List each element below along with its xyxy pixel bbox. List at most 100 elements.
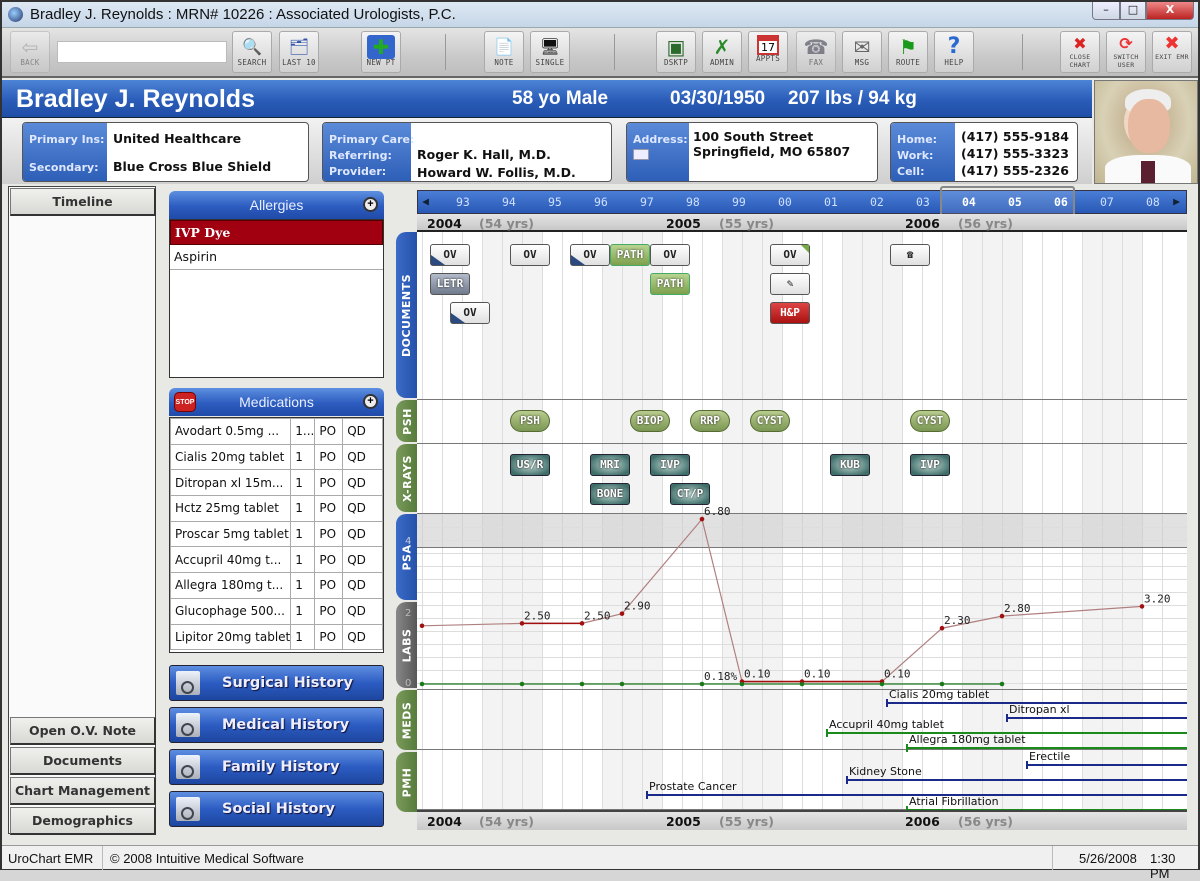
maximize-button[interactable]: □	[1120, 2, 1146, 20]
data-point[interactable]	[519, 681, 525, 687]
scale-tick[interactable]: 99	[732, 195, 746, 209]
document-marker[interactable]: OV	[650, 244, 690, 266]
admin-button[interactable]: ✗ ADMIN	[702, 31, 742, 73]
allergy-item[interactable]: Aspirin	[170, 245, 383, 270]
data-point[interactable]	[619, 681, 625, 687]
document-marker[interactable]: H&P	[770, 302, 810, 324]
document-marker[interactable]: PATH	[610, 244, 650, 266]
allergy-item[interactable]: IVP Dye	[170, 220, 383, 245]
scale-tick[interactable]: 96	[594, 195, 608, 209]
pmh-bar[interactable]	[846, 779, 1187, 781]
switch-user-button[interactable]: ⟳ SWITCH USER	[1106, 31, 1146, 73]
zoom-add-icon[interactable]: +	[363, 197, 378, 212]
document-marker[interactable]: OV	[450, 302, 490, 324]
document-marker[interactable]: OV	[430, 244, 470, 266]
scale-tick[interactable]: 08	[1146, 195, 1160, 209]
nav-chart-management[interactable]: Chart Management	[10, 777, 156, 805]
scale-tick[interactable]: 95	[548, 195, 562, 209]
mail-icon[interactable]	[633, 149, 649, 160]
medication-row[interactable]: Proscar 5mg tablet 1 PO QD	[169, 520, 383, 548]
psh-marker[interactable]: BIOP	[630, 410, 670, 432]
new-patient-button[interactable]: ✚ NEW PT	[361, 31, 401, 73]
note-edit-icon[interactable]: ✎	[770, 273, 810, 295]
scale-tick[interactable]: 01	[824, 195, 838, 209]
appointments-button[interactable]: 17 APPTS	[748, 31, 788, 73]
tab-xrays[interactable]: X-RAYS	[396, 444, 418, 512]
medication-row[interactable]: Glucophage 500... 1 PO QD	[169, 597, 383, 625]
document-marker[interactable]: LETR	[430, 273, 470, 295]
medication-row[interactable]: Lipitor 20mg tablet 1 PO QD	[169, 623, 383, 651]
medication-row[interactable]: Allegra 180mg t... 1 PO QD	[169, 572, 383, 599]
psh-marker[interactable]: PSH	[510, 410, 550, 432]
help-button[interactable]: ? HELP	[934, 31, 974, 73]
scale-tick[interactable]: 94	[502, 195, 516, 209]
message-button[interactable]: ✉ MSG	[842, 31, 882, 73]
xray-marker[interactable]: CT/P	[670, 483, 710, 505]
close-button[interactable]: X	[1146, 2, 1194, 20]
search-button[interactable]: 🔍 SEARCH	[232, 31, 272, 73]
scroll-right-icon[interactable]: ▶	[1173, 194, 1180, 208]
desktop-button[interactable]: ▣ DSKTP	[656, 31, 696, 73]
xray-marker[interactable]: BONE	[590, 483, 630, 505]
data-point[interactable]	[739, 681, 745, 687]
surgical-history-button[interactable]: Surgical History	[169, 665, 384, 701]
phone-icon[interactable]: ☎	[890, 244, 930, 266]
scale-tick[interactable]: 02	[870, 195, 884, 209]
psh-marker[interactable]: RRP	[690, 410, 730, 432]
scale-tick[interactable]: 05	[1008, 195, 1022, 209]
minimize-button[interactable]: –	[1092, 2, 1120, 20]
xray-marker[interactable]: IVP	[910, 454, 950, 476]
route-button[interactable]: ⚑ ROUTE	[888, 31, 928, 73]
data-point[interactable]	[999, 681, 1005, 687]
stop-icon[interactable]: STOP	[174, 392, 196, 412]
social-history-button[interactable]: Social History	[169, 791, 384, 827]
scale-tick[interactable]: 00	[778, 195, 792, 209]
medication-row[interactable]: Ditropan xl 15m... 1 PO QD	[169, 469, 383, 497]
xray-marker[interactable]: MRI	[590, 454, 630, 476]
nav-demographics[interactable]: Demographics	[10, 807, 156, 835]
close-chart-button[interactable]: ✖ CLOSE CHART	[1060, 31, 1100, 73]
medication-row[interactable]: Accupril 40mg t... 1 PO QD	[169, 546, 383, 574]
scroll-left-icon[interactable]: ◀	[422, 194, 429, 208]
exit-emr-button[interactable]: ✖ EXIT EMR	[1152, 31, 1192, 73]
scale-tick[interactable]: 93	[456, 195, 470, 209]
scale-tick[interactable]: 03	[916, 195, 930, 209]
data-point[interactable]	[879, 681, 885, 687]
tab-documents[interactable]: DOCUMENTS	[396, 232, 418, 398]
timeline-scale[interactable]: ◀ ▶ 93 94 95 96 97 98 99 00 01 02 03 04 05 06 07 08	[417, 186, 1187, 218]
tab-pmh[interactable]: PMH	[396, 752, 418, 812]
medication-bar[interactable]	[1006, 717, 1187, 719]
document-marker[interactable]: PATH	[650, 273, 690, 295]
data-point[interactable]	[939, 681, 945, 687]
back-button[interactable]: ⇦ BACK	[10, 31, 50, 73]
xray-marker[interactable]: IVP	[650, 454, 690, 476]
tab-meds[interactable]: MEDS	[396, 690, 418, 750]
last10-button[interactable]: 🗂 LAST 10	[279, 31, 319, 73]
xray-marker[interactable]: US/R	[510, 454, 550, 476]
nav-documents[interactable]: Documents	[10, 747, 156, 775]
tab-psa[interactable]: PSA	[396, 514, 418, 600]
psh-marker[interactable]: CYST	[750, 410, 790, 432]
note-button[interactable]: 📄 NOTE	[484, 31, 524, 73]
scale-tick[interactable]: 07	[1100, 195, 1114, 209]
search-input[interactable]	[57, 41, 227, 63]
medical-history-button[interactable]: Medical History	[169, 707, 384, 743]
medication-row[interactable]: Cialis 20mg tablet 1 PO QD	[169, 443, 383, 471]
document-marker[interactable]: OV	[510, 244, 550, 266]
scale-tick[interactable]: 97	[640, 195, 654, 209]
scale-tick[interactable]: 06	[1054, 195, 1068, 209]
medication-row[interactable]: Hctz 25mg tablet 1 PO QD	[169, 495, 383, 522]
tab-psh[interactable]: PSH	[396, 400, 418, 442]
scale-tick[interactable]: 98	[686, 195, 700, 209]
document-marker[interactable]: OV	[770, 244, 810, 266]
document-marker[interactable]: OV	[570, 244, 610, 266]
xray-marker[interactable]: KUB	[830, 454, 870, 476]
nav-open-ov-note[interactable]: Open O.V. Note	[10, 717, 156, 745]
nav-timeline[interactable]: Timeline	[10, 188, 156, 216]
pmh-bar[interactable]	[1026, 764, 1187, 766]
data-point[interactable]	[419, 623, 425, 629]
data-point[interactable]	[799, 681, 805, 687]
family-history-button[interactable]: Family History	[169, 749, 384, 785]
medication-bar[interactable]	[906, 747, 1187, 749]
zoom-add-icon[interactable]: +	[363, 394, 378, 409]
